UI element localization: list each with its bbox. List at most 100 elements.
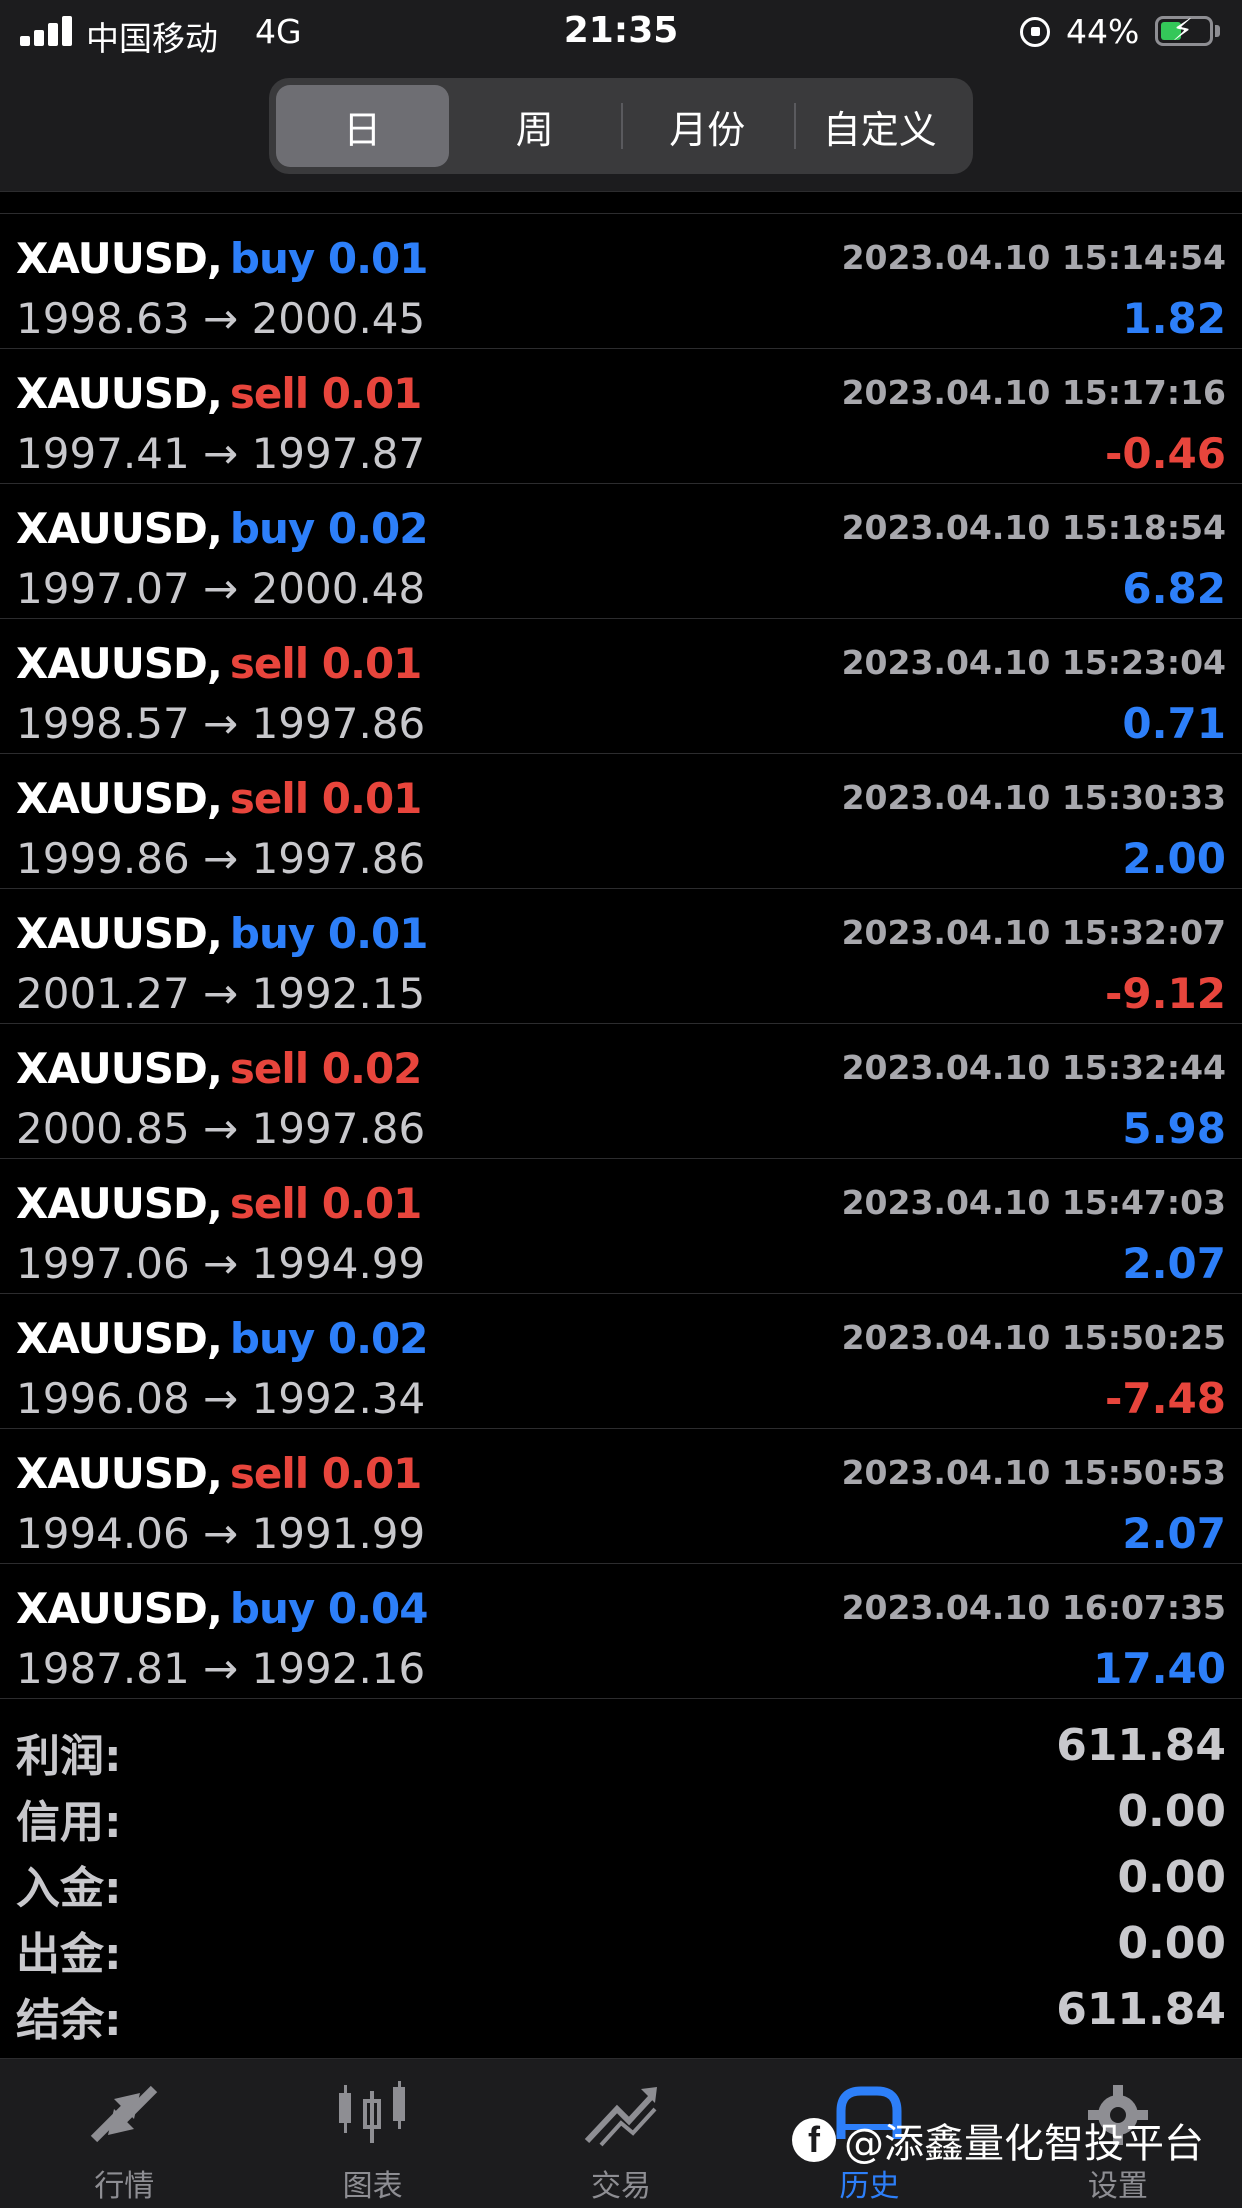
bottom-tab-0[interactable]: 行情 — [0, 2059, 248, 2208]
trade-row[interactable]: XAUUSD, buy 0.04 2023.04.10 16:07:35 1987.8… — [0, 1564, 1242, 1699]
bottom-tab-2[interactable]: 交易 — [497, 2059, 745, 2208]
partial-trade-row — [0, 192, 1242, 214]
trade-symbol: XAUUSD, — [16, 909, 223, 958]
trade-time: 2023.04.10 15:32:44 — [841, 1048, 1226, 1087]
rotation-lock-icon — [1020, 17, 1050, 47]
summary-label: 出金: — [16, 1929, 122, 1980]
trade-profit: 2.07 — [1122, 1509, 1226, 1558]
trade-history-list[interactable]: XAUUSD, buy 0.01 2023.04.10 15:14:54 1998.6… — [0, 192, 1242, 1704]
trade-symbol: XAUUSD, — [16, 1449, 223, 1498]
period-segmented-control: 日周月份 自定义 — [269, 78, 973, 174]
trade-symbol: XAUUSD, — [16, 369, 223, 418]
trade-volume: 0.01 — [321, 774, 423, 823]
period-tab-0[interactable]: 日 — [276, 85, 449, 167]
trade-time: 2023.04.10 15:23:04 — [841, 643, 1226, 682]
trade-time: 2023.04.10 16:07:35 — [841, 1588, 1226, 1627]
trade-time: 2023.04.10 15:32:07 — [841, 913, 1226, 952]
trade-profit: -0.46 — [1104, 429, 1226, 478]
trade-side-type: buy — [229, 234, 315, 283]
summary-row: 利润: 611.84 — [0, 1712, 1242, 1782]
trade-symbol: XAUUSD, — [16, 639, 223, 688]
status-time: 21:35 — [563, 10, 679, 51]
summary-row: 结余: 611.84 — [0, 1976, 1242, 2046]
trade-prices: 1998.57 → 1997.86 — [16, 699, 426, 748]
trade-profit: 6.82 — [1122, 564, 1226, 613]
period-tab-1[interactable]: 周 — [449, 85, 622, 167]
trade-symbol-line: XAUUSD, sell 0.01 — [16, 1449, 423, 1498]
trade-volume: 0.01 — [321, 639, 423, 688]
trade-side: sell 0.02 — [229, 1044, 423, 1093]
trade-prices: 1998.63 → 2000.45 — [16, 294, 426, 343]
trade-side: buy 0.04 — [229, 1584, 429, 1633]
trade-profit: -7.48 — [1104, 1374, 1226, 1423]
period-tab-3[interactable]: 自定义 — [793, 85, 967, 167]
trade-profit: 1.82 — [1122, 294, 1226, 343]
trade-prices: 1997.06 → 1994.99 — [16, 1239, 426, 1288]
trade-side-type: sell — [229, 774, 309, 823]
trade-profit: 2.07 — [1122, 1239, 1226, 1288]
summary-value: 611.84 — [1056, 1984, 1226, 2035]
trade-profit: 2.00 — [1122, 834, 1226, 883]
trade-row[interactable]: XAUUSD, sell 0.01 2023.04.10 15:47:03 1997.… — [0, 1159, 1242, 1294]
trade-row[interactable]: XAUUSD, sell 0.01 2023.04.10 15:30:33 1999.… — [0, 754, 1242, 889]
trade-side-type: buy — [229, 909, 315, 958]
trade-row[interactable]: XAUUSD, buy 0.02 2023.04.10 15:18:54 1997.0… — [0, 484, 1242, 619]
facebook-icon: f — [792, 2118, 836, 2162]
trade-symbol: XAUUSD, — [16, 504, 223, 553]
trade-symbol: XAUUSD, — [16, 774, 223, 823]
trade-volume: 0.01 — [327, 234, 429, 283]
trade-side: buy 0.02 — [229, 504, 429, 553]
summary-row: 出金: 0.00 — [0, 1910, 1242, 1980]
trade-side-type: sell — [229, 639, 309, 688]
trade-volume: 0.01 — [327, 909, 429, 958]
trade-side: buy 0.02 — [230, 1314, 429, 1363]
period-tab-2[interactable]: 月份 — [621, 85, 794, 167]
trade-prices: 1997.41 → 1997.87 — [16, 429, 426, 478]
trade-row[interactable]: XAUUSD, buy 0.01 2023.04.10 15:32:07 2001.2… — [0, 889, 1242, 1024]
trade-symbol-line: XAUUSD, buy 0.02 — [16, 504, 429, 553]
trade-row[interactable]: XAUUSD, sell 0.01 2023.04.10 15:17:16 1997.… — [0, 349, 1242, 484]
trade-prices: 1994.06 → 1991.99 — [16, 1509, 426, 1558]
trade-prices: 1997.07 → 2000.48 — [16, 564, 426, 613]
trade-row[interactable]: XAUUSD, sell 0.01 2023.04.10 15:23:04 1998.… — [0, 619, 1242, 754]
summary-value: 0.00 — [1117, 1786, 1226, 1837]
summary-label: 利润: — [16, 1731, 122, 1782]
trade-symbol-line: XAUUSD, buy 0.01 — [16, 909, 429, 958]
trade-symbol: XAUUSD, — [16, 1584, 223, 1633]
summary-label: 结余: — [16, 1995, 122, 2046]
trade-symbol-line: XAUUSD, sell 0.02 — [16, 1044, 423, 1093]
trade-time: 2023.04.10 15:50:53 — [841, 1453, 1226, 1492]
summary-value: 0.00 — [1117, 1918, 1226, 1969]
trade-row[interactable]: XAUUSD, buy 0.02 2023.04.10 15:50:25 1996.0… — [0, 1294, 1242, 1429]
period-tabs-bar: 日周月份 自定义 — [0, 62, 1242, 192]
trade-side: sell 0.01 — [230, 1179, 423, 1228]
trade-symbol: XAUUSD, — [16, 1179, 223, 1228]
trade-symbol-line: XAUUSD, buy 0.04 — [16, 1584, 429, 1633]
trade-row[interactable]: XAUUSD, sell 0.01 2023.04.10 15:50:53 1994.… — [0, 1429, 1242, 1564]
trade-prices: 1996.08 → 1992.34 — [16, 1374, 426, 1423]
trade-volume: 0.01 — [321, 1449, 423, 1498]
trade-symbol-line: XAUUSD, sell 0.01 — [16, 639, 423, 688]
summary-row: 信用: 0.00 — [0, 1778, 1242, 1848]
watermark-text: @添鑫量化智投平台 — [844, 2121, 1204, 2167]
trade-row[interactable]: XAUUSD, sell 0.02 2023.04.10 15:32:44 2000.… — [0, 1024, 1242, 1159]
trade-side: buy 0.01 — [229, 234, 429, 283]
bottom-tab-1[interactable]: 图表 — [248, 2059, 496, 2208]
trade-symbol: XAUUSD, — [16, 1314, 223, 1363]
trade-side-type: buy — [229, 1584, 315, 1633]
summary-label: 入金: — [16, 1863, 122, 1914]
trade-side-type: buy — [229, 504, 315, 553]
trade-side: sell 0.01 — [230, 1449, 423, 1498]
trade-side: sell 0.01 — [230, 369, 423, 418]
trade-symbol: XAUUSD, — [16, 234, 223, 283]
trade-side: sell 0.01 — [229, 774, 423, 823]
bottom-tab-label: 行情 — [94, 2169, 155, 2204]
trade-side: sell 0.01 — [229, 639, 423, 688]
trade-symbol-line: XAUUSD, sell 0.01 — [16, 369, 423, 418]
bottom-tab-label: 交易 — [591, 2169, 652, 2204]
trade-time: 2023.04.10 15:47:03 — [841, 1183, 1226, 1222]
trade-symbol-line: XAUUSD, buy 0.02 — [16, 1314, 429, 1363]
trade-profit: 17.40 — [1093, 1644, 1226, 1693]
trade-row[interactable]: XAUUSD, buy 0.01 2023.04.10 15:14:54 1998.6… — [0, 214, 1242, 349]
trade-side-type: sell — [229, 1044, 309, 1093]
